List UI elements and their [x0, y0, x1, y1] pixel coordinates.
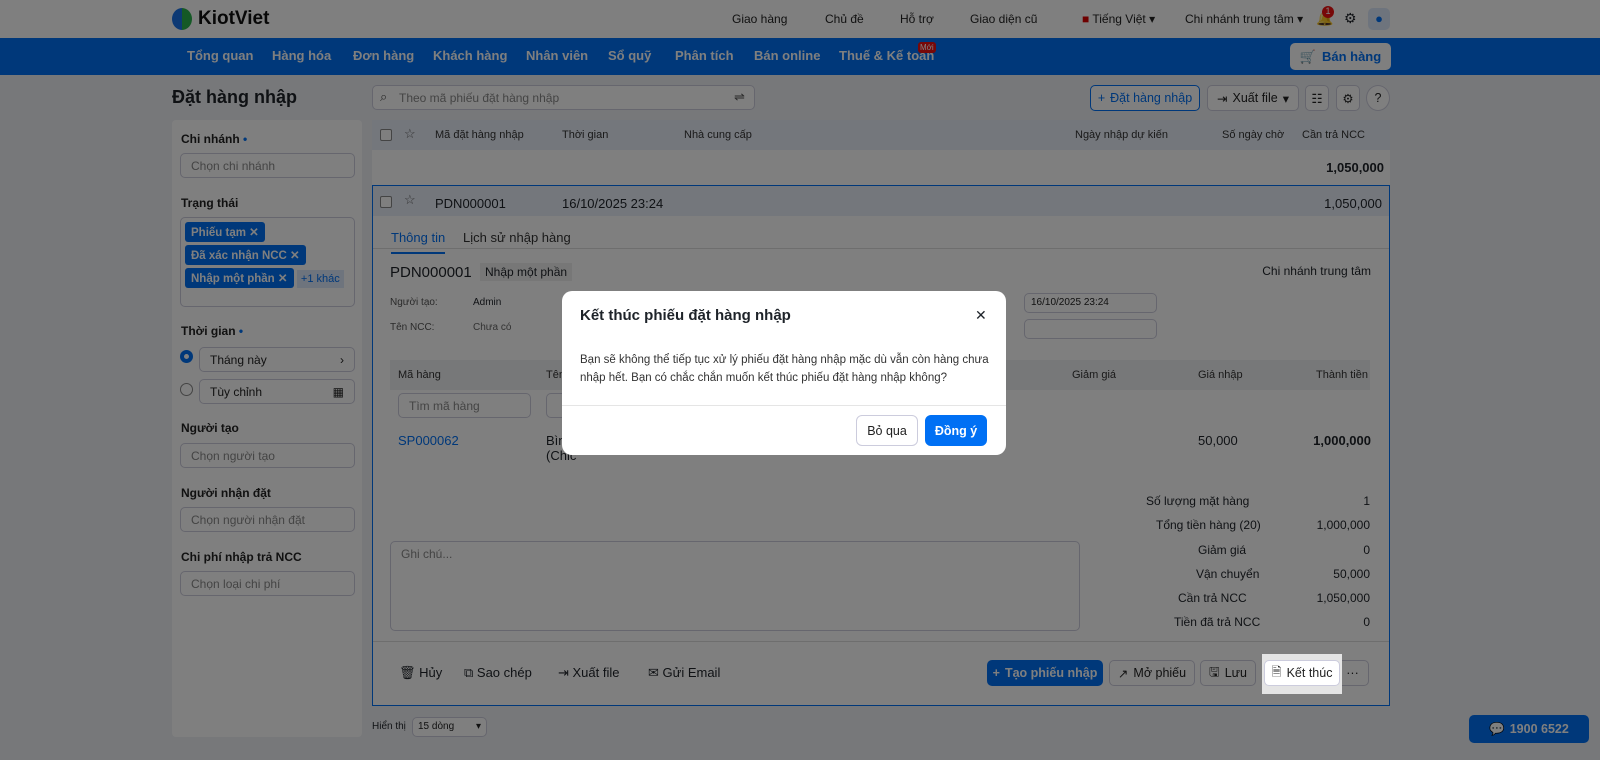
close-icon[interactable]: ✕ — [975, 307, 987, 324]
confirm-button[interactable]: Đồng ý — [925, 415, 987, 446]
skip-button[interactable]: Bỏ qua — [856, 415, 918, 446]
confirm-dialog: Kết thúc phiếu đặt hàng nhập ✕ Bạn sẽ kh… — [562, 291, 1006, 455]
finish-button[interactable]: 🗎 Kết thúc — [1264, 660, 1340, 686]
dialog-body: Bạn sẽ không thể tiếp tục xử lý phiếu đặ… — [580, 354, 989, 384]
dialog-title: Kết thúc phiếu đặt hàng nhập — [580, 307, 791, 324]
